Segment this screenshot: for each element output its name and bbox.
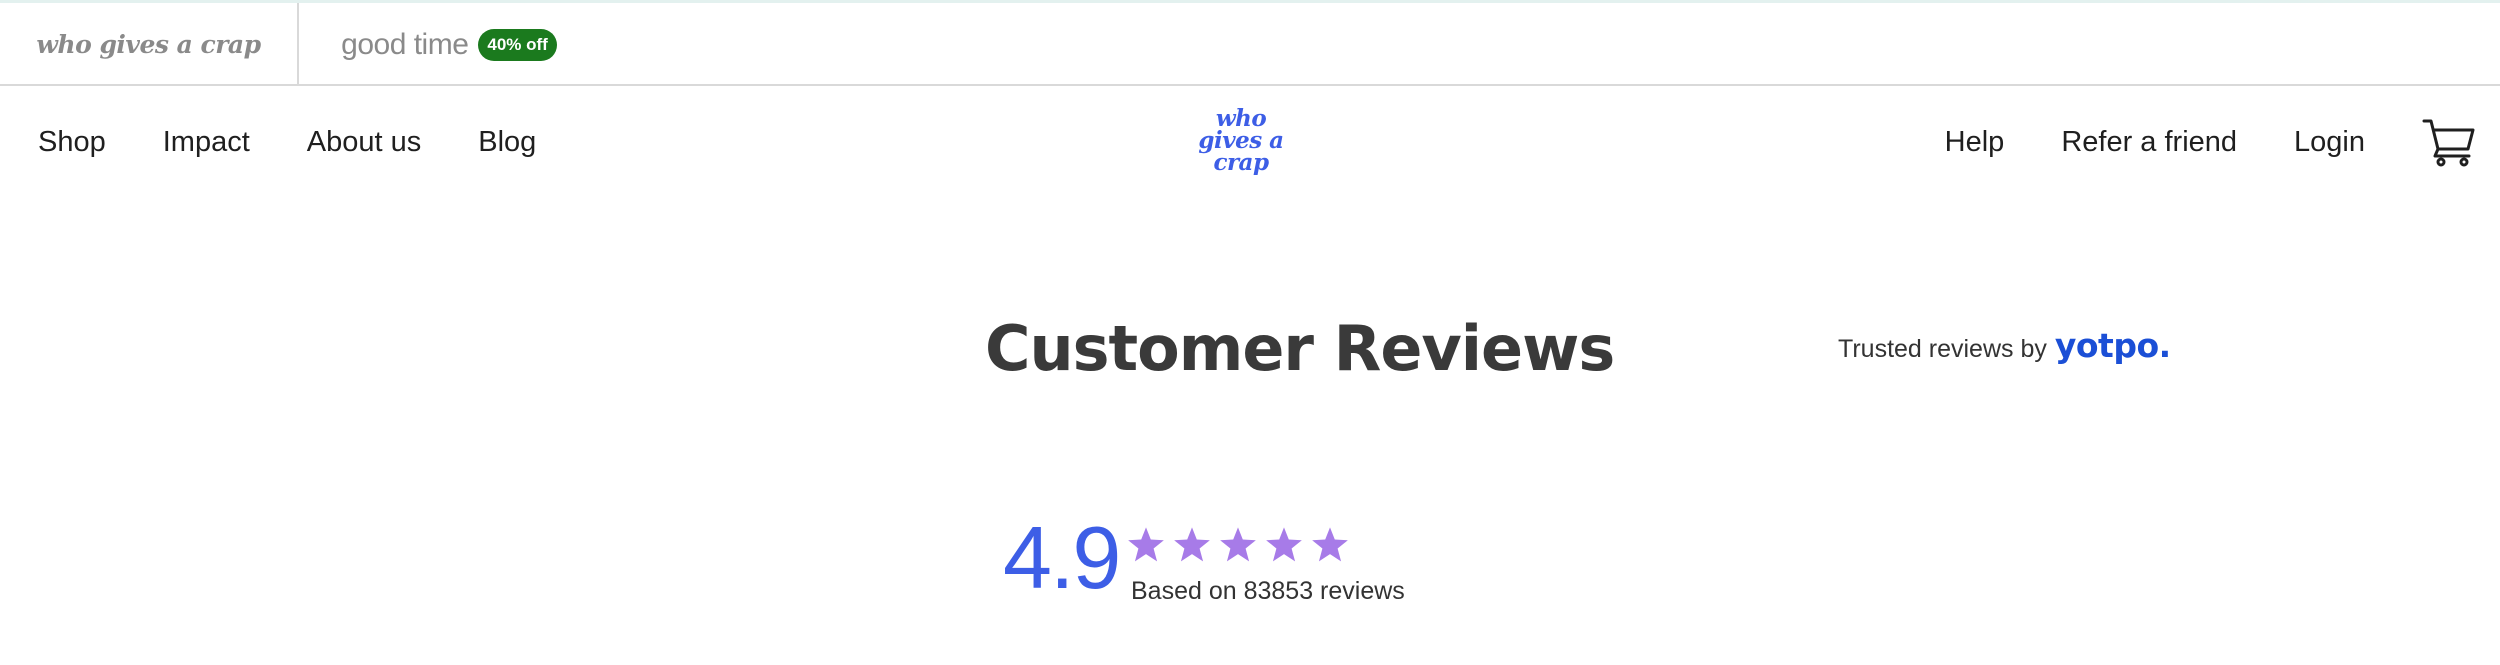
rating-stars <box>1126 526 1356 564</box>
brand-tab-label: good time <box>341 27 469 61</box>
trusted-reviews-text: Trusted reviews by <box>1838 335 2047 363</box>
nav-right: Help Refer a friend Login <box>1945 86 2500 198</box>
nav-left: Shop Impact About us Blog <box>38 86 593 198</box>
star-icon <box>1220 527 1256 562</box>
nav-link-login[interactable]: Login <box>2294 126 2365 159</box>
nav-link-about-us[interactable]: About us <box>307 126 421 159</box>
trusted-reviews: Trusted reviews by yotpo. <box>1838 326 2171 372</box>
discount-badge: 40% off <box>478 28 557 61</box>
star-icon <box>1312 527 1348 562</box>
logo-line-3: crap <box>1213 149 1269 176</box>
page-title: Customer Reviews <box>985 312 1615 385</box>
cart-icon[interactable] <box>2422 117 2476 167</box>
brand-tab-good-time[interactable]: good time 40% off <box>299 3 599 86</box>
review-count: Based on 83853 reviews <box>1131 577 1405 605</box>
nav-link-refer-a-friend[interactable]: Refer a friend <box>2061 126 2237 159</box>
star-icon <box>1174 527 1210 562</box>
brand-tab-label: who gives a crap <box>36 30 261 59</box>
yotpo-logo[interactable]: yotpo. <box>2055 326 2171 365</box>
nav-link-help[interactable]: Help <box>1945 126 2005 159</box>
star-icon <box>1266 527 1302 562</box>
cart-icon-graphic <box>2422 119 2475 167</box>
star-icon <box>1128 527 1164 562</box>
nav-link-blog[interactable]: Blog <box>478 126 536 159</box>
nav-link-shop[interactable]: Shop <box>38 126 106 159</box>
brand-tab-who-gives-a-crap[interactable]: who gives a crap <box>0 3 299 86</box>
nav-link-impact[interactable]: Impact <box>163 126 250 159</box>
average-rating: 4.9 <box>1003 508 1121 607</box>
site-logo[interactable]: who gives a crap <box>1185 104 1297 178</box>
brand-strip: who gives a crap good time 40% off <box>0 0 2500 86</box>
